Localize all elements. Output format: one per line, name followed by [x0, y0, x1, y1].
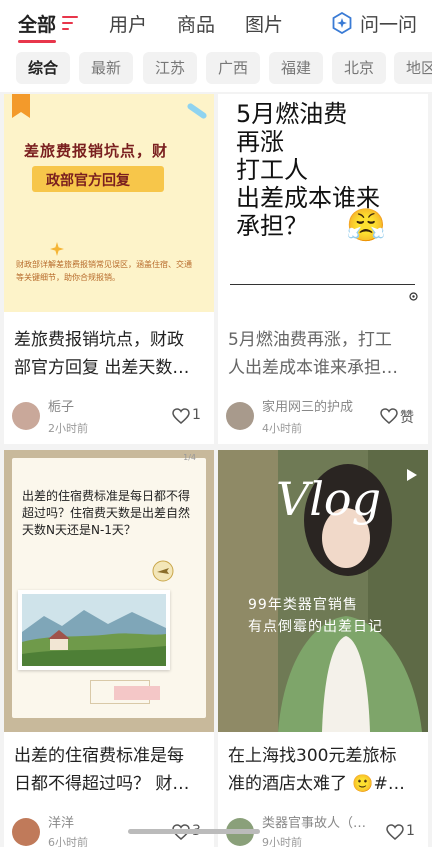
note-card[interactable]: 5月燃油费 再涨 打工人 出差成本谁来 承担？ 😤 5月燃油费再涨，打工 人出差… [218, 94, 428, 444]
sparkle-hexagon-icon[interactable] [332, 12, 352, 34]
cover-headline: 差旅费报销坑点，财 [24, 142, 169, 160]
note-title[interactable]: 在上海找300元差旅标 准的酒店太难了 🙂#… [228, 742, 420, 798]
author-name[interactable]: 栀子 [48, 396, 74, 415]
filter-chip-row: 综合 最新 江苏 广西 福建 北京 地区 [0, 52, 432, 86]
chip-fujian[interactable]: 福建 [269, 52, 324, 84]
note-card[interactable]: 差旅费报销坑点，财 政部官方回复 财政部详解差旅费报销常见误区，涵盖住宿、交通等… [4, 94, 214, 444]
home-indicator[interactable] [128, 829, 260, 834]
note-title[interactable]: 差旅费报销坑点，财政 部官方回复 出差天数… [14, 326, 206, 382]
tab-images[interactable]: 图片 [245, 10, 283, 37]
chip-latest[interactable]: 最新 [79, 52, 134, 84]
note-cover-image[interactable]: 差旅费报销坑点，财 政部官方回复 财政部详解差旅费报销常见误区，涵盖住宿、交通等… [4, 94, 214, 312]
cover-caption: 99年类器官销售 [248, 597, 358, 613]
landscape-painting [18, 590, 170, 670]
note-title-line: 差旅费报销坑点，财政 [14, 330, 184, 350]
chip-guangxi[interactable]: 广西 [206, 52, 261, 84]
like-count: 赞 [400, 410, 414, 426]
avatar[interactable] [226, 402, 254, 430]
page-indicator: 1/4 [183, 453, 196, 462]
cover-body-text: 财政部详解差旅费报销常见误区，涵盖住宿、交通等关键细节，助你合规报销。 [16, 260, 192, 282]
tape-decoration [186, 102, 208, 120]
note-title-line: 出差的住宿费标准是每 [14, 746, 184, 766]
avatar[interactable] [12, 402, 40, 430]
cover-subheadline: 政部官方回复 [46, 173, 130, 189]
heart-icon[interactable] [172, 408, 190, 424]
post-time: 2小时前 [48, 422, 88, 435]
author-name[interactable]: 类器官事故人（… [262, 812, 366, 831]
note-title[interactable]: 5月燃油费再涨，打工 人出差成本谁来承担… [228, 326, 420, 382]
cover-text-line: 打工人 [236, 156, 308, 184]
chip-jiangsu[interactable]: 江苏 [143, 52, 198, 84]
ask-label[interactable]: 问一问 [360, 10, 417, 37]
chip-beijing[interactable]: 北京 [332, 52, 387, 84]
author-name[interactable]: 洋洋 [48, 812, 74, 831]
post-time: 9小时前 [262, 836, 302, 847]
note-cover-image[interactable]: 5月燃油费 再涨 打工人 出差成本谁来 承担？ 😤 [218, 94, 428, 312]
filter-icon[interactable] [62, 16, 78, 30]
chip-region[interactable]: 地区 [394, 52, 432, 84]
note-card[interactable]: Vlog 99年类器官销售 有点倒霉的出差日记 在上海找300元差旅标 准的酒店… [218, 450, 428, 847]
tab-users[interactable]: 用户 [109, 10, 147, 37]
note-title-line: 日都不得超过吗？ 财… [14, 774, 190, 794]
airplane-stamp-icon [152, 560, 174, 582]
note-cover-image[interactable]: 1/4 出差的住宿费标准是每日都不得超过吗？住宿费天数是出差自然天数N天还是N-… [4, 450, 214, 732]
post-time: 4小时前 [262, 422, 302, 435]
note-title-line: 部官方回复 出差天数… [14, 358, 190, 378]
cover-text-line: 再涨 [236, 128, 284, 156]
note-card[interactable]: 1/4 出差的住宿费标准是每日都不得超过吗？住宿费天数是出差自然天数N天还是N-… [4, 450, 214, 847]
post-time: 6小时前 [48, 836, 88, 847]
star-icon [50, 242, 64, 256]
avatar[interactable] [12, 818, 40, 846]
heart-icon[interactable] [386, 824, 404, 840]
tab-all[interactable]: 全部 [18, 10, 56, 37]
like-count: 1 [406, 823, 415, 839]
cover-text-line: 5月燃油费 [236, 100, 348, 128]
angry-face-emoji: 😤 [346, 206, 386, 244]
note-title-line: 准的酒店太难了 🙂#… [228, 774, 405, 794]
heart-icon[interactable] [380, 408, 398, 424]
cover-divider [230, 284, 415, 285]
watermark-icon [409, 292, 418, 301]
note-title[interactable]: 出差的住宿费标准是每 日都不得超过吗？ 财… [14, 742, 206, 798]
cover-vlog-title: Vlog [276, 472, 382, 526]
note-title-line: 人出差成本谁来承担… [228, 358, 398, 378]
like-count: 1 [192, 407, 201, 423]
tab-products[interactable]: 商品 [177, 10, 215, 37]
play-icon[interactable] [406, 468, 418, 482]
cover-text: 出差的住宿费标准是每日都不得超过吗？住宿费天数是出差自然天数N天还是N-1天？ [22, 489, 191, 537]
top-tab-bar: 全部 用户 商品 图片 问一问 [0, 0, 432, 46]
cover-caption: 有点倒霉的出差日记 [248, 619, 383, 635]
author-name[interactable]: 家用网三的护成 [262, 396, 353, 415]
chip-comprehensive[interactable]: 综合 [16, 52, 71, 84]
note-cover-video[interactable]: Vlog 99年类器官销售 有点倒霉的出差日记 [218, 450, 428, 732]
active-tab-indicator [18, 40, 56, 43]
ribbon-decoration-icon [12, 94, 30, 118]
note-title-line: 5月燃油费再涨，打工 [228, 330, 392, 350]
ticket-stamp [114, 686, 160, 700]
note-title-line: 在上海找300元差旅标 [228, 746, 397, 766]
